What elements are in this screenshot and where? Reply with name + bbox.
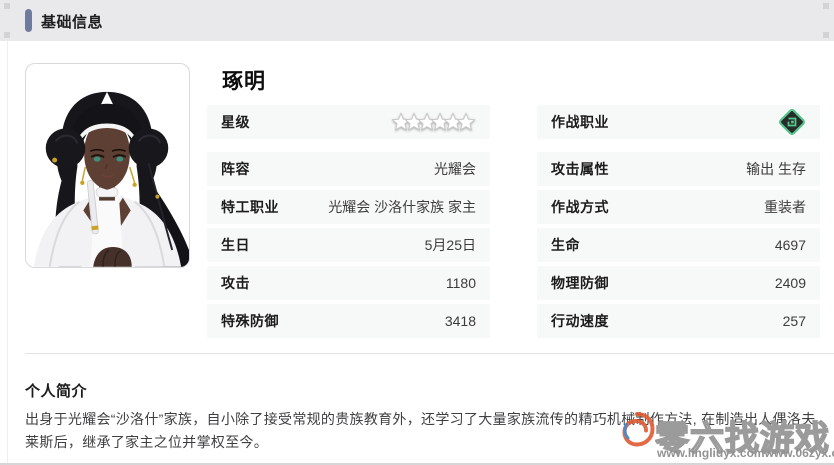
- special-defense-value: 3418: [444, 313, 476, 329]
- info-row-action-speed: 行动速度 257: [537, 304, 820, 338]
- combat-style-label: 作战方式: [551, 199, 609, 215]
- bio-title: 个人简介: [25, 383, 88, 400]
- star-rating-icon: [392, 112, 476, 131]
- info-row-attack: 攻击 1180: [207, 266, 490, 300]
- info-row-physical-defense: 物理防御 2409: [537, 266, 820, 300]
- physical-defense-label: 物理防御: [551, 275, 609, 291]
- attack-attribute-value: 输出 生存: [746, 161, 806, 177]
- info-column-right: 作战职业 攻击属性 输出 生存 作战方式 重装者 生命 4697 物理防御 24…: [537, 105, 820, 342]
- info-row-attack-attribute: 攻击属性 输出 生存: [537, 152, 820, 186]
- agent-occupation-label: 特工职业: [221, 199, 279, 215]
- resize-handle-top-right[interactable]: [823, 3, 829, 9]
- bio-text: 出身于光耀会“沙洛什”家族，自小除了接受常规的贵族教育外，还学习了大量家族流传的…: [25, 411, 816, 450]
- info-row-star-rating: 星级: [207, 105, 490, 139]
- action-speed-label: 行动速度: [551, 313, 609, 329]
- faction-label: 阵容: [221, 161, 250, 177]
- character-name: 琢明: [222, 70, 266, 93]
- character-info-page: 基础信息 琢明 星级 阵容 光耀会 特工职业 光耀会 沙洛什家族 家主 生日 5…: [0, 0, 834, 465]
- combat-style-value: 重装者: [764, 199, 806, 215]
- guardian-class-icon: [779, 109, 805, 135]
- section-title: 基础信息: [41, 14, 104, 31]
- info-row-agent-occupation: 特工职业 光耀会 沙洛什家族 家主: [207, 190, 490, 224]
- info-row-combat-class: 作战职业: [537, 105, 820, 139]
- info-row-special-defense: 特殊防御 3418: [207, 304, 490, 338]
- birthday-value: 5月25日: [424, 237, 476, 253]
- info-row-combat-style: 作战方式 重装者: [537, 190, 820, 224]
- info-column-left: 星级 阵容 光耀会 特工职业 光耀会 沙洛什家族 家主 生日 5月25日 攻击 …: [207, 105, 490, 342]
- resize-handle-bottom-right[interactable]: [823, 32, 829, 38]
- hp-value: 4697: [774, 237, 806, 253]
- combat-class-label: 作战职业: [551, 114, 609, 130]
- info-row-birthday: 生日 5月25日: [207, 228, 490, 262]
- action-speed-value: 257: [782, 313, 806, 329]
- info-row-hp: 生命 4697: [537, 228, 820, 262]
- header-accent-bar: [25, 9, 32, 32]
- character-portrait[interactable]: [25, 63, 190, 268]
- agent-occupation-value: 光耀会 沙洛什家族 家主: [328, 199, 476, 215]
- section-header: 基础信息: [0, 0, 834, 41]
- attack-attribute-label: 攻击属性: [551, 161, 609, 177]
- star-rating-label: 星级: [221, 114, 250, 130]
- attack-label: 攻击: [221, 275, 250, 291]
- page-left-border: [7, 41, 8, 465]
- special-defense-label: 特殊防御: [221, 313, 279, 329]
- character-portrait-illustration: [33, 91, 189, 267]
- faction-value: 光耀会: [434, 161, 476, 177]
- section-divider: [25, 353, 834, 354]
- physical-defense-value: 2409: [774, 275, 806, 291]
- info-row-faction: 阵容 光耀会: [207, 152, 490, 186]
- resize-handle-bottom-left[interactable]: [4, 32, 10, 38]
- hp-label: 生命: [551, 237, 580, 253]
- resize-handle-top-left[interactable]: [4, 3, 10, 9]
- attack-value: 1180: [445, 275, 476, 291]
- birthday-label: 生日: [221, 237, 250, 253]
